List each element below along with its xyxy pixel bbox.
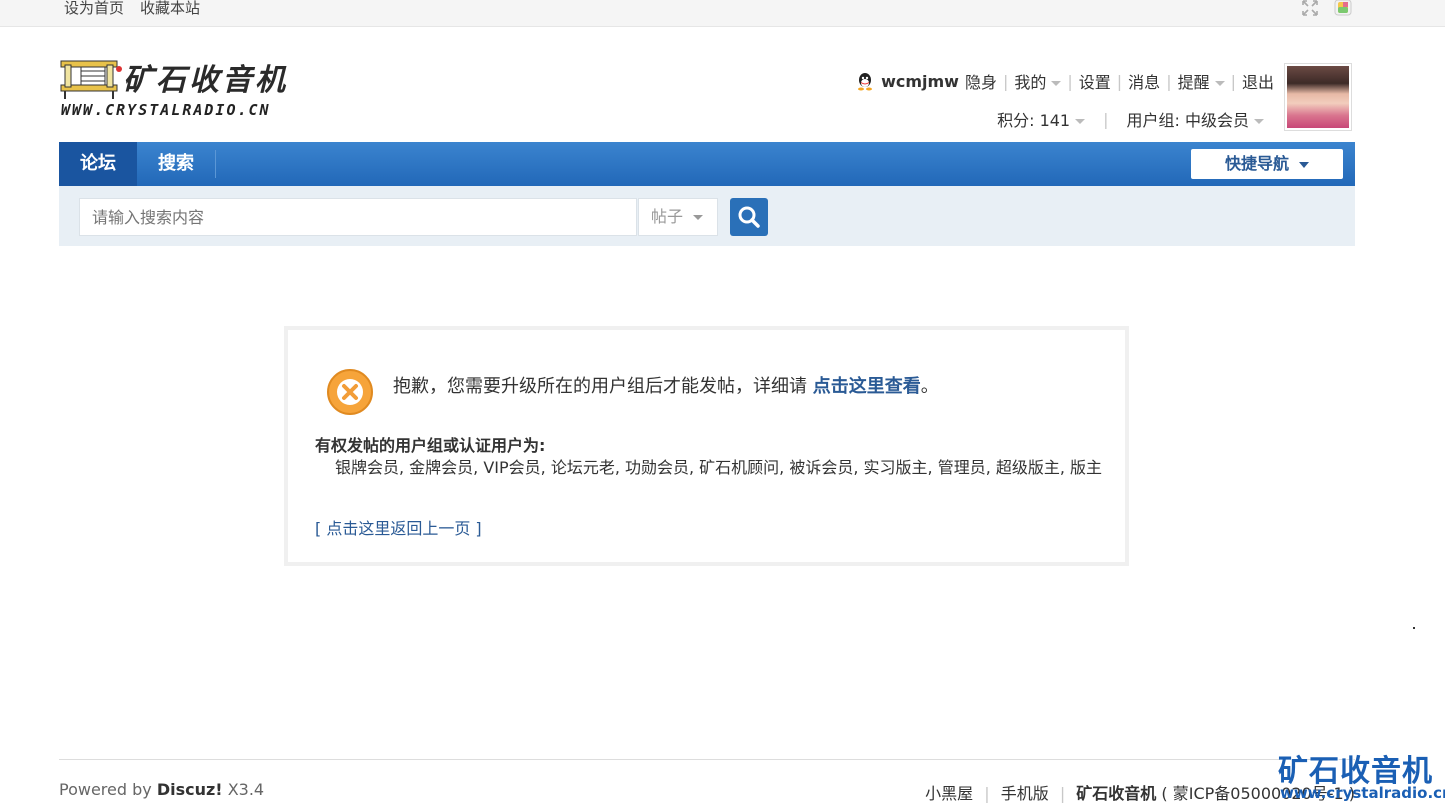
user-avatar[interactable] xyxy=(1284,63,1352,131)
quick-nav-label: 快捷导航 xyxy=(1224,154,1289,173)
logout-link[interactable]: 退出 xyxy=(1242,69,1274,93)
separator: | xyxy=(1067,71,1073,91)
site-logo[interactable]: 矿石收音机 WWW.CRYSTALRADIO.CN xyxy=(59,53,304,123)
tab-forum[interactable]: 论坛 xyxy=(59,142,137,186)
back-link[interactable]: [ 点击这里返回上一页 ] xyxy=(315,515,482,539)
avatar-image xyxy=(1287,66,1349,128)
error-message-box: 抱歉，您需要升级所在的用户组后才能发帖，详细请 点击这里查看。 有权发帖的用户组… xyxy=(284,326,1129,566)
error-message: 抱歉，您需要升级所在的用户组后才能发帖，详细请 点击这里查看。 xyxy=(393,372,939,398)
footer-blacklist-link[interactable]: 小黑屋 xyxy=(925,784,973,803)
search-type-label: 帖子 xyxy=(651,207,684,226)
chevron-down-icon xyxy=(1254,119,1264,124)
separator: | xyxy=(1230,71,1236,91)
settings-link[interactable]: 设置 xyxy=(1079,69,1111,93)
radio-logo-icon xyxy=(60,60,122,99)
search-icon xyxy=(738,206,760,228)
user-stats: 积分: 141 | 用户组: 中级会员 xyxy=(997,107,1264,131)
theme-palette-icon[interactable] xyxy=(1334,0,1352,16)
logo-text-en: WWW.CRYSTALRADIO.CN xyxy=(61,101,271,119)
usergroup-menu[interactable]: 用户组: 中级会员 xyxy=(1127,107,1264,131)
error-text: 抱歉，您需要升级所在的用户组后才能发帖，详细请 xyxy=(393,376,813,397)
main-nav: 论坛 搜索 快捷导航 xyxy=(59,142,1355,186)
footer-divider xyxy=(59,759,1355,760)
tab-search[interactable]: 搜索 xyxy=(137,142,215,186)
reminders-menu[interactable]: 提醒 xyxy=(1178,69,1225,93)
permission-list: 银牌会员, 金牌会员, VIP会员, 论坛元老, 功勋会员, 矿石机顾问, 被诉… xyxy=(335,458,1103,477)
nav-divider xyxy=(215,150,216,178)
bookmark-link[interactable]: 收藏本站 xyxy=(140,0,200,16)
search-input[interactable] xyxy=(79,198,637,236)
chevron-down-icon xyxy=(1051,81,1062,86)
set-home-link[interactable]: 设为首页 xyxy=(64,0,124,16)
fullscreen-expand-icon[interactable] xyxy=(1301,0,1319,16)
search-button[interactable] xyxy=(730,198,768,236)
powered-prefix: Powered by xyxy=(59,780,157,799)
points-menu[interactable]: 积分: 141 xyxy=(997,107,1086,131)
usergroup-label: 用户组: 中级会员 xyxy=(1126,111,1249,130)
error-x-icon xyxy=(327,369,373,415)
stray-dot xyxy=(1413,627,1415,629)
chevron-down-icon xyxy=(693,215,704,220)
separator: | xyxy=(1002,71,1009,91)
separator: | xyxy=(984,784,990,803)
powered-version: X3.4 xyxy=(222,780,265,799)
logo-text-cn: 矿石收音机 xyxy=(123,63,288,98)
messages-link[interactable]: 消息 xyxy=(1128,69,1160,93)
points-label: 积分: 141 xyxy=(997,111,1071,130)
chevron-down-icon xyxy=(1075,119,1086,124)
view-details-link[interactable]: 点击这里查看 xyxy=(813,376,921,397)
qq-penguin-icon xyxy=(858,73,873,91)
username-link[interactable]: wcmjmw xyxy=(881,72,959,91)
separator: | xyxy=(1166,71,1172,91)
chevron-down-icon xyxy=(1214,81,1225,86)
quick-nav-button[interactable]: 快捷导航 xyxy=(1191,149,1343,179)
mine-label: 我的 xyxy=(1014,73,1047,92)
separator: | xyxy=(1116,71,1123,91)
stealth-link[interactable]: 隐身 xyxy=(965,69,997,93)
watermark-url: www.crystalradio.cn xyxy=(1280,784,1445,802)
footer-mobile-link[interactable]: 手机版 xyxy=(1001,784,1049,803)
search-type-select[interactable]: 帖子 xyxy=(638,198,718,236)
footer-site-name[interactable]: 矿石收音机 xyxy=(1076,784,1156,803)
error-text-end: 。 xyxy=(920,376,939,397)
chevron-down-icon xyxy=(1299,161,1309,168)
powered-by: Powered by Discuz! X3.4 xyxy=(59,780,264,799)
user-toolbar: wcmjmw 隐身 | 我的 | 设置 | 消息 | 提醒 | 退出 xyxy=(855,70,1274,92)
separator: | xyxy=(1059,784,1066,803)
site-watermark: 矿石收音机 www.crystalradio.cn xyxy=(1278,746,1445,804)
top-bar: 设为首页 收藏本站 xyxy=(0,0,1445,27)
search-bar: 帖子 xyxy=(59,186,1355,246)
separator: | xyxy=(1103,109,1109,129)
mine-menu[interactable]: 我的 xyxy=(1014,69,1062,93)
reminders-label: 提醒 xyxy=(1177,73,1210,92)
permission-title: 有权发帖的用户组或认证用户为: xyxy=(315,436,546,455)
discuz-link[interactable]: Discuz! xyxy=(157,780,223,799)
